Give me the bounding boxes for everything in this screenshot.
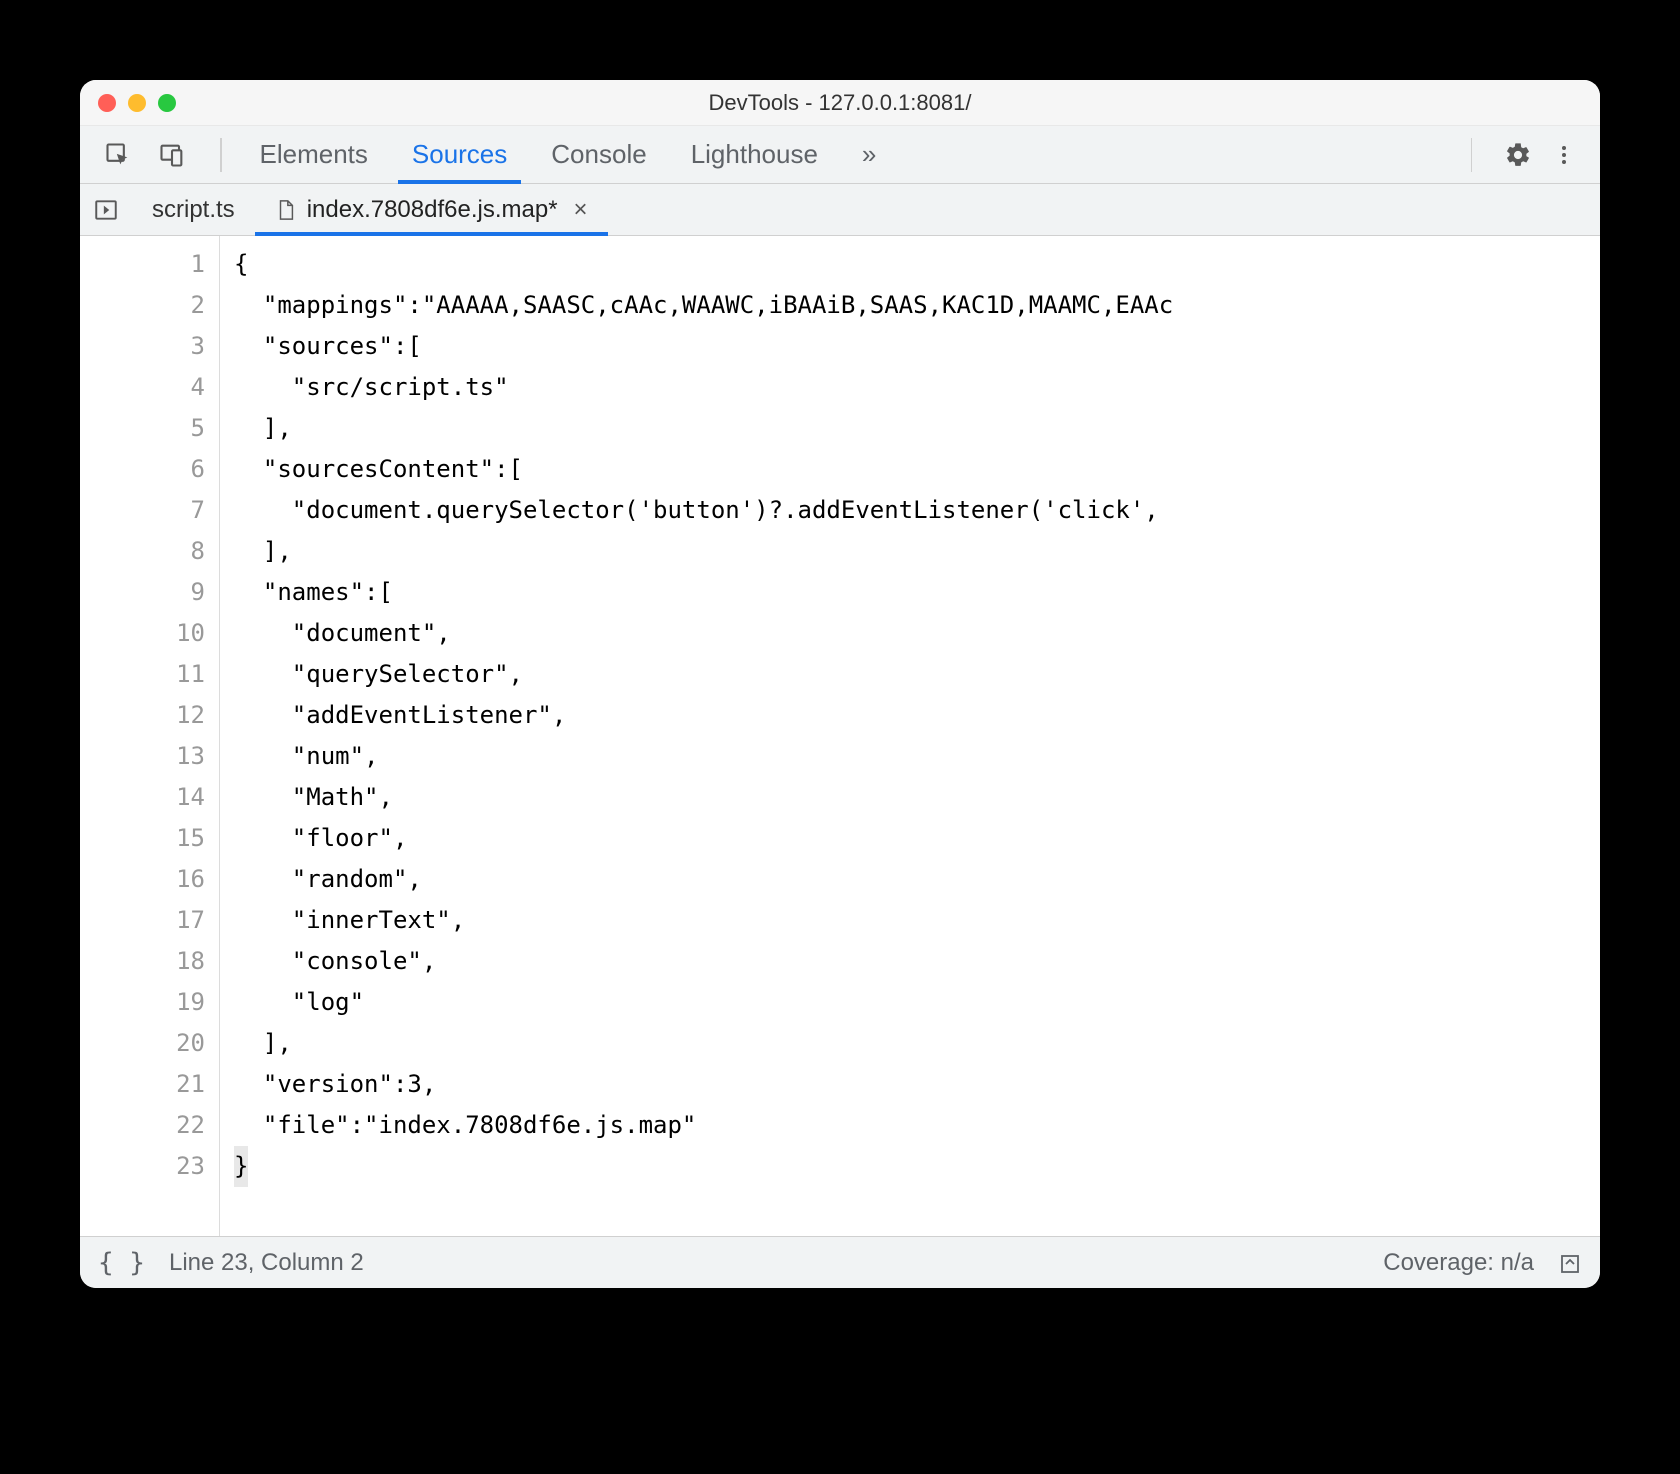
- line-number: 8: [80, 531, 205, 572]
- device-toolbar-icon[interactable]: [154, 137, 190, 173]
- code-line: "mappings":"AAAAA,SAASC,cAAc,WAAWC,iBAAi…: [234, 285, 1600, 326]
- line-number: 1: [80, 244, 205, 285]
- close-icon[interactable]: ×: [574, 196, 588, 224]
- file-tab-label: script.ts: [152, 196, 235, 224]
- traffic-lights: [80, 94, 176, 112]
- line-number: 11: [80, 654, 205, 695]
- statusbar: { } Line 23, Column 2 Coverage: n/a: [80, 1236, 1600, 1288]
- line-number: 2: [80, 285, 205, 326]
- code-line: "version":3,: [234, 1064, 1600, 1105]
- code-line: }: [234, 1146, 1600, 1187]
- code-line: "names":[: [234, 572, 1600, 613]
- editor: 1234567891011121314151617181920212223 { …: [80, 236, 1600, 1236]
- line-number: 7: [80, 490, 205, 531]
- settings-gear-icon[interactable]: [1500, 137, 1536, 173]
- file-tab-label: index.7808df6e.js.map*: [307, 196, 558, 224]
- main-toolbar: Elements Sources Console Lighthouse »: [80, 126, 1600, 184]
- code-line: "document",: [234, 613, 1600, 654]
- divider: [220, 138, 222, 172]
- navigator-toggle-icon[interactable]: [80, 184, 132, 235]
- inspect-element-icon[interactable]: [100, 137, 136, 173]
- code-line: "innerText",: [234, 900, 1600, 941]
- pretty-print-icon[interactable]: { }: [98, 1248, 145, 1278]
- line-numbers-gutter: 1234567891011121314151617181920212223: [80, 236, 220, 1236]
- code-line: "num",: [234, 736, 1600, 777]
- devtools-window: DevTools - 127.0.0.1:8081/ Elements Sour…: [80, 80, 1600, 1288]
- line-number: 18: [80, 941, 205, 982]
- code-line: "sources":[: [234, 326, 1600, 367]
- code-line: "addEventListener",: [234, 695, 1600, 736]
- file-tab-sourcemap[interactable]: index.7808df6e.js.map* ×: [255, 184, 608, 235]
- code-line: {: [234, 244, 1600, 285]
- panel-tabs: Elements Sources Console Lighthouse »: [232, 126, 1461, 183]
- cursor-position: Line 23, Column 2: [169, 1249, 364, 1277]
- tab-elements[interactable]: Elements: [260, 126, 368, 183]
- file-tabs: script.ts index.7808df6e.js.map* ×: [80, 184, 1600, 236]
- code-line: "querySelector",: [234, 654, 1600, 695]
- more-options-icon[interactable]: [1546, 137, 1582, 173]
- file-icon: [275, 199, 297, 221]
- line-number: 9: [80, 572, 205, 613]
- code-line: "src/script.ts": [234, 367, 1600, 408]
- code-area[interactable]: { "mappings":"AAAAA,SAASC,cAAc,WAAWC,iBA…: [220, 236, 1600, 1236]
- code-line: "random",: [234, 859, 1600, 900]
- code-line: ],: [234, 531, 1600, 572]
- line-number: 4: [80, 367, 205, 408]
- line-number: 17: [80, 900, 205, 941]
- line-number: 3: [80, 326, 205, 367]
- window-title: DevTools - 127.0.0.1:8081/: [80, 90, 1600, 116]
- code-line: "floor",: [234, 818, 1600, 859]
- code-line: ],: [234, 408, 1600, 449]
- drawer-toggle-icon[interactable]: [1558, 1251, 1582, 1275]
- tab-lighthouse[interactable]: Lighthouse: [691, 126, 818, 183]
- line-number: 6: [80, 449, 205, 490]
- code-line: "sourcesContent":[: [234, 449, 1600, 490]
- line-number: 14: [80, 777, 205, 818]
- line-number: 19: [80, 982, 205, 1023]
- line-number: 16: [80, 859, 205, 900]
- code-line: "log": [234, 982, 1600, 1023]
- line-number: 15: [80, 818, 205, 859]
- coverage-label: Coverage: n/a: [1383, 1249, 1534, 1277]
- close-window-button[interactable]: [98, 94, 116, 112]
- code-line: "document.querySelector('button')?.addEv…: [234, 490, 1600, 531]
- line-number: 5: [80, 408, 205, 449]
- minimize-window-button[interactable]: [128, 94, 146, 112]
- line-number: 20: [80, 1023, 205, 1064]
- line-number: 12: [80, 695, 205, 736]
- code-line: "Math",: [234, 777, 1600, 818]
- titlebar: DevTools - 127.0.0.1:8081/: [80, 80, 1600, 126]
- file-tab-script[interactable]: script.ts: [132, 184, 255, 235]
- line-number: 22: [80, 1105, 205, 1146]
- more-tabs-overflow[interactable]: »: [862, 126, 876, 183]
- tab-sources[interactable]: Sources: [412, 126, 507, 183]
- line-number: 23: [80, 1146, 205, 1187]
- line-number: 10: [80, 613, 205, 654]
- code-line: "console",: [234, 941, 1600, 982]
- tab-console[interactable]: Console: [551, 126, 646, 183]
- zoom-window-button[interactable]: [158, 94, 176, 112]
- code-line: "file":"index.7808df6e.js.map": [234, 1105, 1600, 1146]
- divider: [1471, 138, 1473, 172]
- code-line: ],: [234, 1023, 1600, 1064]
- line-number: 13: [80, 736, 205, 777]
- line-number: 21: [80, 1064, 205, 1105]
